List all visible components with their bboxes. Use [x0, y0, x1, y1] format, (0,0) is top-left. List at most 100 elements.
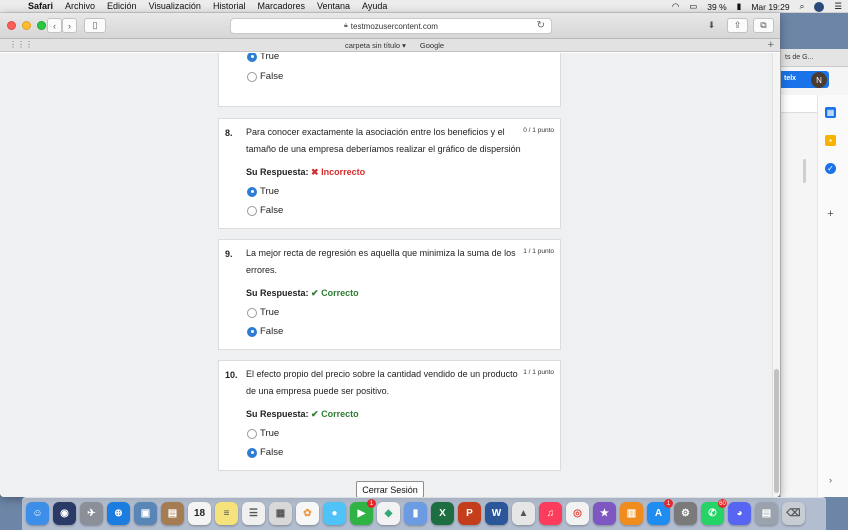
- dock: ☺ ◉ ✈ ⊕ ▣ ▤ 18 ≡ ☰ ▦ ✿ ● ▶ 1 ◆ ▮ X P W ▲ …: [22, 497, 826, 530]
- favorites-google[interactable]: Google: [420, 41, 444, 50]
- keep-icon[interactable]: ▪: [825, 135, 836, 146]
- books-icon[interactable]: ▥: [620, 502, 643, 525]
- page-scrollbar[interactable]: [772, 53, 780, 497]
- appstore-badge: 1: [664, 499, 673, 508]
- radio-empty-icon[interactable]: [247, 71, 257, 82]
- facetime-icon[interactable]: ▶ 1: [350, 499, 376, 525]
- option-true[interactable]: True: [247, 186, 279, 197]
- menu-ventana[interactable]: Ventana: [311, 1, 356, 11]
- status-area: ◠ ▭ 39 % ▮ Mar 19:29 ⌕ ☰: [672, 0, 842, 13]
- radio-selected-icon[interactable]: [247, 326, 257, 337]
- back-button[interactable]: ‹: [47, 18, 62, 33]
- notes-icon[interactable]: ≡: [215, 502, 238, 525]
- preview-icon[interactable]: ▣: [134, 502, 157, 525]
- music-icon[interactable]: ♫: [539, 502, 562, 525]
- radio-empty-icon[interactable]: [247, 428, 257, 439]
- discord-icon[interactable]: ◕: [728, 502, 751, 525]
- option-label: True: [260, 53, 280, 62]
- zoom-window-button[interactable]: [37, 21, 46, 30]
- add-addon-icon[interactable]: +: [825, 208, 836, 220]
- background-avatar[interactable]: N: [811, 72, 827, 88]
- check-icon: ✔: [311, 288, 319, 298]
- notification-center-icon[interactable]: ☰: [834, 1, 842, 12]
- logout-button[interactable]: Cerrar Sesión: [356, 481, 424, 497]
- radio-selected-icon[interactable]: [247, 186, 257, 197]
- radio-empty-icon[interactable]: [247, 307, 257, 318]
- menu-visualizacion[interactable]: Visualización: [143, 1, 207, 11]
- option-false[interactable]: False: [247, 205, 283, 216]
- numbers-icon[interactable]: ▮: [404, 502, 427, 525]
- calendar-icon[interactable]: ▦: [825, 107, 836, 118]
- user-avatar-icon[interactable]: [814, 1, 825, 12]
- radio-selected-icon[interactable]: [247, 53, 257, 62]
- photos-icon[interactable]: ✿: [296, 502, 319, 525]
- whatsapp-badge: 60: [718, 499, 727, 508]
- close-window-button[interactable]: [7, 21, 16, 30]
- background-scrollbar[interactable]: [803, 159, 806, 183]
- calendar-icon[interactable]: 18: [188, 502, 211, 525]
- expand-icon[interactable]: ›: [825, 474, 836, 485]
- tabs-icon: ⧉: [760, 20, 767, 30]
- trash-icon[interactable]: ⌫: [782, 502, 805, 525]
- option-label: True: [260, 307, 280, 318]
- minimize-window-button[interactable]: [22, 21, 31, 30]
- battery-text[interactable]: 39 %: [707, 2, 726, 12]
- menu-edicion[interactable]: Edición: [101, 1, 143, 11]
- scrollbar-thumb[interactable]: [774, 369, 779, 493]
- menu-ayuda[interactable]: Ayuda: [356, 1, 393, 11]
- radio-selected-icon[interactable]: [247, 447, 257, 458]
- maps-icon[interactable]: ◆: [377, 502, 400, 525]
- finder-icon[interactable]: ☺: [26, 502, 49, 525]
- keynote-icon[interactable]: ▲: [512, 502, 535, 525]
- option-false[interactable]: False: [247, 326, 283, 337]
- option-true[interactable]: True: [247, 53, 279, 62]
- chrome-icon[interactable]: ◎: [566, 502, 589, 525]
- forward-button[interactable]: ›: [62, 18, 77, 33]
- excel-icon[interactable]: X: [431, 502, 454, 525]
- background-tab[interactable]: ts de G...: [781, 49, 848, 67]
- calendar-day: 18: [193, 508, 206, 519]
- question-card-7: True False: [218, 53, 561, 107]
- reminders-icon[interactable]: ☰: [242, 502, 265, 525]
- app-store-icon[interactable]: A1: [647, 499, 673, 525]
- tabs-overview-button[interactable]: ⧉: [753, 18, 774, 33]
- photo-booth-icon[interactable]: ▦: [269, 502, 292, 525]
- option-false[interactable]: False: [247, 447, 283, 458]
- safari-icon[interactable]: ⊕: [107, 502, 130, 525]
- menu-historial[interactable]: Historial: [207, 1, 252, 11]
- menu-marcadores[interactable]: Marcadores: [251, 1, 311, 11]
- favorites-folder[interactable]: carpeta sin título ▾: [345, 41, 406, 50]
- powerpoint-icon[interactable]: P: [458, 502, 481, 525]
- option-true[interactable]: True: [247, 307, 279, 318]
- whatsapp-icon[interactable]: ✆ 60: [701, 499, 727, 525]
- spotlight-icon[interactable]: ⌕: [800, 1, 805, 12]
- address-bar[interactable]: 🔒︎ testmozusercontent.com ↻: [230, 18, 552, 34]
- result-text: Incorrecto: [321, 167, 366, 177]
- menu-archivo[interactable]: Archivo: [59, 1, 101, 11]
- clock[interactable]: Mar 19:29: [751, 2, 789, 12]
- downloads-stack-icon[interactable]: ▤: [755, 502, 778, 525]
- new-tab-icon[interactable]: +: [768, 39, 774, 51]
- word-icon[interactable]: W: [485, 502, 508, 525]
- contacts-icon[interactable]: ▤: [161, 502, 184, 525]
- grid-icon[interactable]: ⋮⋮⋮: [9, 40, 33, 49]
- menu-app-safari[interactable]: Safari: [22, 1, 59, 11]
- messages-icon[interactable]: ●: [323, 502, 346, 525]
- downloads-button[interactable]: ⬇: [703, 18, 720, 33]
- launchpad-icon[interactable]: ✈: [80, 502, 103, 525]
- sidebar-toggle-button[interactable]: ▯: [84, 18, 106, 33]
- menu-bar: Safari Archivo Edición Visualización His…: [0, 0, 848, 13]
- wifi-icon[interactable]: ◠: [672, 1, 679, 12]
- option-true[interactable]: True: [247, 428, 279, 439]
- question-number: 10.: [225, 370, 238, 380]
- display-icon[interactable]: ▭: [689, 1, 697, 12]
- share-button[interactable]: ⇪: [727, 18, 748, 33]
- tasks-icon[interactable]: ✓: [825, 163, 836, 174]
- system-preferences-icon[interactable]: ⚙: [674, 502, 697, 525]
- lock-icon: 🔒︎: [344, 22, 348, 29]
- radio-empty-icon[interactable]: [247, 205, 257, 216]
- siri-icon[interactable]: ◉: [53, 502, 76, 525]
- reload-icon[interactable]: ↻: [537, 20, 545, 31]
- option-false[interactable]: False: [247, 71, 283, 82]
- podcasts-icon[interactable]: ★: [593, 502, 616, 525]
